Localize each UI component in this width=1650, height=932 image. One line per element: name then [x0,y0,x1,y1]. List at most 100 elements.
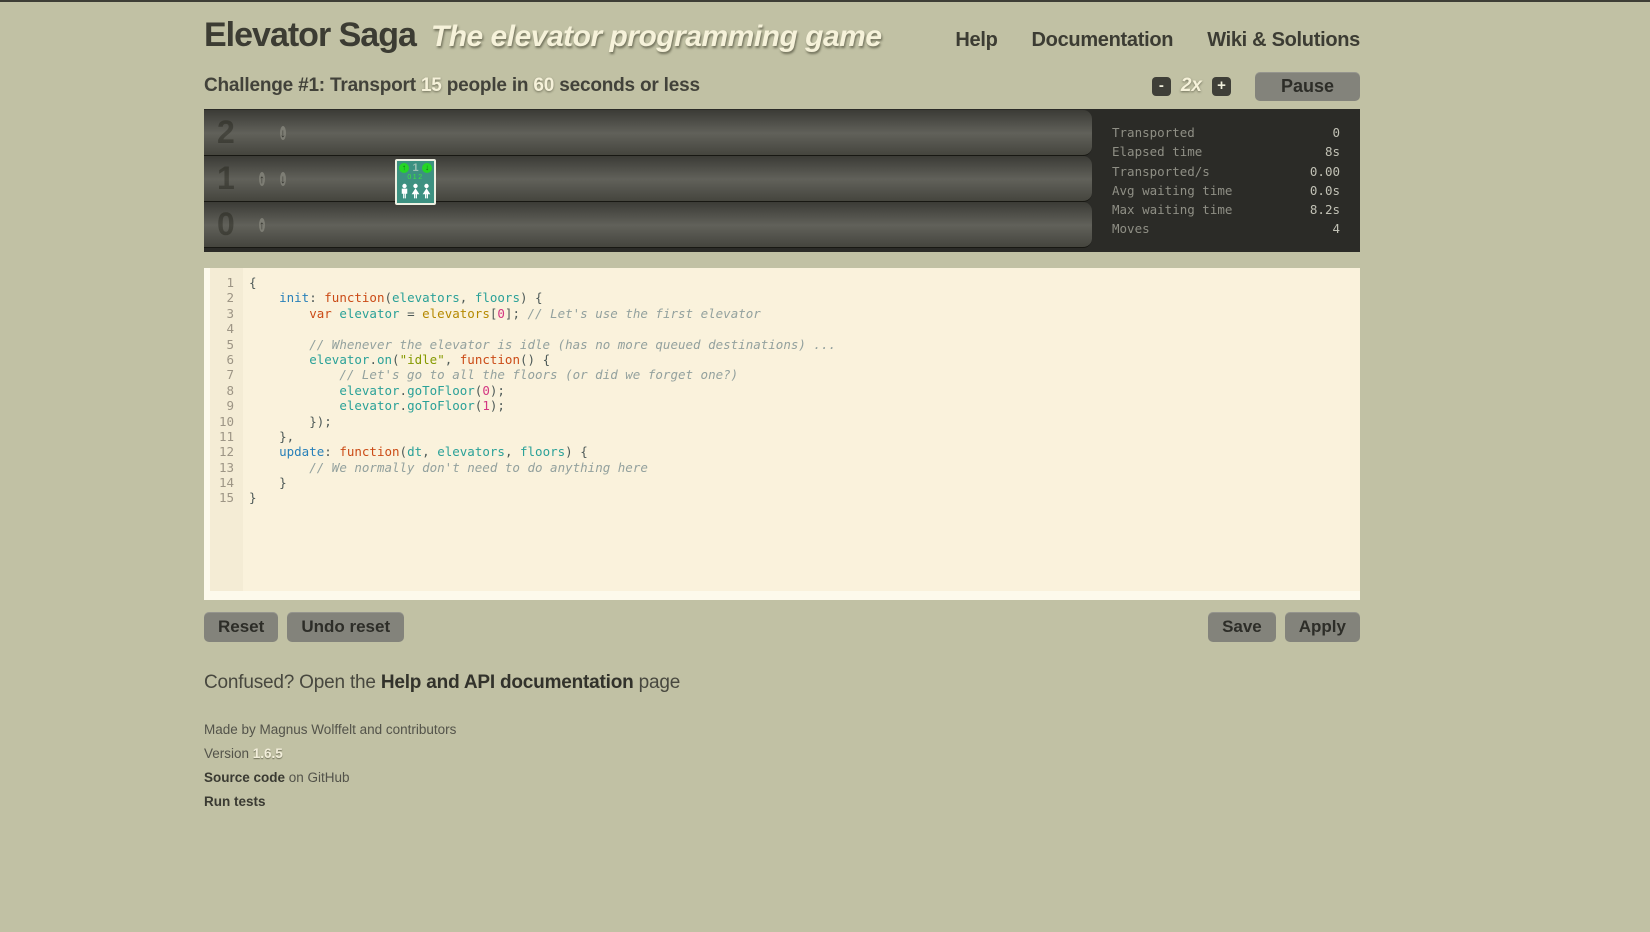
time-controls: - 2x + Pause [1152,72,1360,101]
run-tests-line: Run tests [204,795,1360,809]
code-text: }); [243,414,332,429]
stat-value: 4 [1332,219,1340,238]
challenge-middle: people in [442,75,534,96]
nav-link-help[interactable]: Help [955,29,997,52]
reset-button[interactable]: Reset [204,612,278,642]
code-line: 4 [210,321,1360,336]
stat-row: Moves 4 [1112,219,1340,238]
call-slot-up: ↑ [259,216,276,233]
line-number: 5 [210,337,243,352]
line-number: 8 [210,383,243,398]
code-line: 13 // We normally don't need to do anyth… [210,460,1360,475]
stat-label: Elapsed time [1112,142,1202,161]
code-line: 1{ [210,275,1360,290]
call-down-button[interactable]: ↓ [280,126,286,140]
code-line: 6 elevator.on("idle", function() { [210,352,1360,367]
help-documentation-link[interactable]: Help and API documentation [381,672,634,693]
stat-value: 0.0s [1310,181,1340,200]
code-line: 15} [210,490,1360,505]
credits: Made by Magnus Wolffelt and contributors [204,723,1360,737]
stat-value: 8s [1325,142,1340,161]
code-editor[interactable]: 1{2 init: function(elevators, floors) {3… [204,268,1360,600]
stat-label: Transported/s [1112,162,1210,181]
line-number: 3 [210,306,243,321]
code-text: // We normally don't need to do anything… [243,460,648,475]
call-slot-down [280,216,297,233]
line-number: 4 [210,321,243,336]
code-text [243,321,249,336]
floor-0: 0↑ [204,202,1092,248]
code-text: // Let's go to all the floors (or did we… [243,367,738,382]
floor-label: 1 [217,160,243,197]
call-up-button[interactable]: ↑ [259,218,265,232]
stat-row: Max waiting time8.2s [1112,200,1340,219]
challenge-row: Challenge #1: Transport 15 people in 60 … [204,71,1360,101]
code-text: elevator.on("idle", function() { [243,352,550,367]
line-number: 13 [210,460,243,475]
nav-link-documentation[interactable]: Documentation [1032,29,1174,52]
app-subtitle: The elevator programming game [431,20,882,54]
line-number: 2 [210,290,243,305]
run-tests-link[interactable]: Run tests [204,794,266,809]
call-up-button[interactable]: ↑ [259,172,265,186]
elevator-button-lights: 012 [399,174,432,181]
elevator-direction-up-icon: ↑ [399,163,409,173]
call-down-button[interactable]: ↓ [280,172,286,186]
speed-decrease-button[interactable]: - [1152,77,1171,96]
stat-label: Transported [1112,123,1195,142]
stat-row: Transported/s0.00 [1112,162,1340,181]
pause-button[interactable]: Pause [1255,72,1360,101]
help-line-suffix: page [634,672,681,693]
page-container: Elevator Saga The elevator programming g… [204,2,1360,819]
stat-label: Moves [1112,219,1150,238]
passenger-male-icon [399,183,410,200]
header: Elevator Saga The elevator programming g… [204,16,1360,58]
stat-row: Transported0 [1112,123,1340,142]
code-text: var elevator = elevators[0]; // Let's us… [243,306,761,321]
challenge-suffix: seconds or less [554,75,700,96]
code-line: 14 } [210,475,1360,490]
line-number: 10 [210,414,243,429]
speed-increase-button[interactable]: + [1212,77,1231,96]
stat-row: Avg waiting time 0.0s [1112,181,1340,200]
save-button[interactable]: Save [1208,612,1276,642]
line-number: 6 [210,352,243,367]
line-number: 1 [210,275,243,290]
challenge-prefix: Challenge #1: Transport [204,75,421,96]
floors-area: 2↓1↑↓0↑↑1↓012 [204,109,1092,252]
apply-button[interactable]: Apply [1285,612,1360,642]
floor-call-buttons: ↑ [259,216,297,233]
code-line: 11 }, [210,429,1360,444]
elevator-indicator-row: ↑1↓ [399,162,432,174]
stat-label: Avg waiting time [1112,181,1232,200]
undo-reset-button[interactable]: Undo reset [287,612,404,642]
floor-1: 1↑↓ [204,156,1092,202]
source-code-link[interactable]: Source code [204,770,285,785]
elevator-passengers [399,183,432,200]
app-title: Elevator Saga [204,16,416,55]
code-text: // Whenever the elevator is idle (has no… [243,337,836,352]
code-line: 3 var elevator = elevators[0]; // Let's … [210,306,1360,321]
stat-value: 8.2s [1310,200,1340,219]
call-slot-down: ↓ [280,170,297,187]
stats-panel: Transported0Elapsed time8sTransported/s0… [1092,109,1360,252]
main-nav: Help Documentation Wiki & Solutions [955,29,1360,52]
floor-2: 2↓ [204,110,1092,156]
footer: Made by Magnus Wolffelt and contributors… [204,723,1360,809]
challenge-text: Challenge #1: Transport 15 people in 60 … [204,75,700,97]
line-number: 15 [210,490,243,505]
call-slot-down: ↓ [280,124,297,141]
elevator-floor-indicator: 1 [412,162,418,174]
code-line: 2 init: function(elevators, floors) { [210,290,1360,305]
version-line: Version 1.6.5 [204,747,1360,761]
speed-label: 2x [1181,75,1202,97]
line-number: 7 [210,367,243,382]
floor-call-buttons: ↓ [259,124,297,141]
nav-link-wiki-solutions[interactable]: Wiki & Solutions [1207,29,1360,52]
action-buttons-row: Reset Undo reset Save Apply [204,612,1360,642]
version-number: 1.6.5 [253,746,283,761]
code-line: 10 }); [210,414,1360,429]
challenge-seconds: 60 [533,75,554,96]
help-line: Confused? Open the Help and API document… [204,672,1360,694]
code-text: init: function(elevators, floors) { [243,290,543,305]
